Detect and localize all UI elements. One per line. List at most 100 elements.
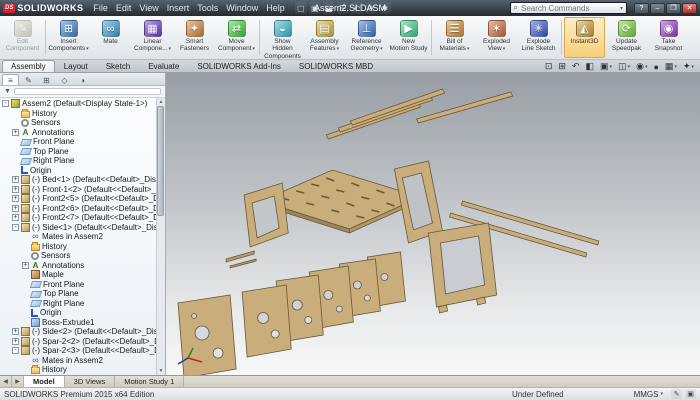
- tree-item[interactable]: Top Plane: [0, 289, 165, 299]
- tab-scroll-right-icon[interactable]: ▶: [12, 376, 24, 387]
- tree-item[interactable]: Right Plane: [0, 299, 165, 309]
- display-style-icon[interactable]: ◫ ▾: [618, 61, 630, 72]
- update-speedpak-button[interactable]: ⟳ Update Speedpak: [606, 17, 647, 58]
- print-icon[interactable]: ☰: [336, 2, 349, 14]
- tree-item[interactable]: + (-) Bed<1> (Default<<Default>_Display..…: [0, 175, 165, 185]
- search-dropdown-icon[interactable]: ▾: [620, 5, 623, 12]
- tree-item[interactable]: - (-) Spar-2<3> (Default<<Default>_Disp: [0, 346, 165, 356]
- tree-item[interactable]: + (-) Spar-2<2> (Default<<Default>_Disp: [0, 336, 165, 347]
- menu-edit[interactable]: Edit: [112, 2, 136, 14]
- tree-item[interactable]: + (-) Front2<7> (Default<<Default>_Disp: [0, 213, 165, 223]
- view-orientation-icon[interactable]: ▣ ▾: [600, 61, 612, 72]
- collapse-icon[interactable]: -: [2, 100, 9, 108]
- expand-icon[interactable]: +: [12, 128, 19, 136]
- assembly-features-button[interactable]: ▤ Assembly Features▾: [304, 17, 345, 58]
- tree-item[interactable]: Front Plane: [0, 137, 165, 147]
- tree-item[interactable]: Origin: [0, 166, 165, 176]
- tree-item[interactable]: Right Plane: [0, 156, 165, 166]
- show-hidden-components-button[interactable]: ◒ Show Hidden Components: [262, 17, 303, 60]
- expand-icon[interactable]: +: [22, 261, 29, 269]
- collapse-icon[interactable]: -: [12, 347, 19, 355]
- search-commands-box[interactable]: ⌕ ▾: [509, 2, 627, 14]
- scroll-down-icon[interactable]: ▼: [159, 368, 164, 374]
- tree-item[interactable]: History: [0, 108, 165, 119]
- tree-item[interactable]: + Annotations: [0, 128, 165, 138]
- expand-icon[interactable]: +: [12, 195, 19, 203]
- configurationmanager-tab[interactable]: ⊞: [38, 74, 55, 85]
- model-tab-model[interactable]: Model: [24, 376, 65, 387]
- units-selector[interactable]: MMGS: [634, 390, 663, 399]
- view-settings-icon[interactable]: ✦ ▾: [683, 61, 694, 72]
- expand-icon[interactable]: +: [12, 328, 19, 336]
- tree-item[interactable]: History: [0, 365, 165, 375]
- tree-item[interactable]: Mates in Assem2: [0, 232, 165, 242]
- menu-insert[interactable]: Insert: [163, 2, 194, 14]
- search-input[interactable]: [520, 3, 617, 13]
- tree-item[interactable]: Sensors: [0, 251, 165, 261]
- bill-of-materials-button[interactable]: ☰ Bill of Materials▾: [434, 17, 475, 58]
- previous-view-icon[interactable]: ↶: [572, 61, 580, 72]
- model-tab-motion-study-1[interactable]: Motion Study 1: [115, 376, 185, 387]
- expand-icon[interactable]: +: [12, 214, 19, 222]
- model-tab-3d-views[interactable]: 3D Views: [65, 376, 116, 387]
- take-snapshot-button[interactable]: ◉ Take Snapshot: [648, 17, 689, 58]
- expand-icon[interactable]: +: [12, 185, 19, 193]
- tab-solidworks-add-ins[interactable]: SOLIDWORKS Add-Ins: [188, 60, 290, 72]
- tree-item[interactable]: History: [0, 241, 165, 252]
- save-icon[interactable]: ⬓: [322, 2, 335, 14]
- collapse-icon[interactable]: -: [12, 223, 19, 231]
- exploded-view-button[interactable]: ✶ Exploded View▾: [476, 17, 517, 58]
- scroll-up-icon[interactable]: ▲: [159, 99, 164, 105]
- filter-input[interactable]: [13, 88, 161, 95]
- tree-item[interactable]: - (-) Side<1> (Default<<Default>_Display: [0, 222, 165, 233]
- menu-window[interactable]: Window: [222, 2, 262, 14]
- zoom-to-fit-icon[interactable]: ⊡: [545, 61, 553, 72]
- expand-icon[interactable]: +: [12, 337, 19, 345]
- tree-item[interactable]: - Assem2 (Default<Display State-1>): [0, 99, 165, 109]
- tab-scroll-left-icon[interactable]: ◀: [0, 376, 12, 387]
- insert-components-button[interactable]: ⊞ Insert Components▾: [48, 17, 89, 58]
- featuremanager-tab[interactable]: ≡: [2, 74, 19, 85]
- tree-scrollbar[interactable]: ▲ ▼: [156, 98, 165, 375]
- menu-file[interactable]: File: [89, 2, 112, 14]
- new-document-icon[interactable]: ▢: [294, 2, 307, 14]
- tab-assembly[interactable]: Assembly: [2, 60, 55, 72]
- menu-help[interactable]: Help: [262, 2, 289, 14]
- hide-show-items-icon[interactable]: ◉ ▾: [636, 61, 647, 72]
- tab-solidworks-mbd[interactable]: SOLIDWORKS MBD: [290, 60, 382, 72]
- move-component-button[interactable]: ⇄ Move Component▾: [216, 17, 257, 58]
- tree-item[interactable]: Sensors: [0, 118, 165, 128]
- tree-item[interactable]: Mates in Assem2: [0, 356, 165, 366]
- filter-icon[interactable]: ▼: [4, 88, 11, 95]
- explode-line-sketch-button[interactable]: ✳ Explode Line Sketch: [518, 17, 559, 58]
- dimxpertmanager-tab[interactable]: ◇: [56, 74, 73, 85]
- maximize-button[interactable]: ❐: [666, 2, 681, 14]
- status-panel-icon[interactable]: ▣: [685, 389, 696, 399]
- instant3d-button[interactable]: ◭ Instant3D: [564, 17, 605, 58]
- displaymanager-tab[interactable]: ◑: [74, 74, 91, 85]
- help-button[interactable]: ?: [634, 2, 649, 14]
- graphics-area[interactable]: [166, 73, 700, 375]
- minimize-button[interactable]: –: [650, 2, 665, 14]
- expand-icon[interactable]: +: [12, 204, 19, 212]
- tab-layout[interactable]: Layout: [55, 60, 97, 72]
- rebuild-icon[interactable]: ⟳: [364, 2, 377, 14]
- undo-icon[interactable]: ↶: [350, 2, 363, 14]
- tree-item[interactable]: Front Plane: [0, 280, 165, 290]
- tree-item[interactable]: + (-) Front2<6> (Default<<Default>_Disp: [0, 203, 165, 214]
- tree-item[interactable]: + (-) Side<2> (Default<<Default>_Display: [0, 327, 165, 337]
- propertymanager-tab[interactable]: ✎: [20, 74, 37, 85]
- close-button[interactable]: ✕: [682, 2, 697, 14]
- tree-item[interactable]: Top Plane: [0, 147, 165, 157]
- tree-item[interactable]: + (-) Front2<5> (Default<<Default>_Disp..…: [0, 194, 165, 204]
- edit-component-button[interactable]: ✎ Edit Component: [2, 17, 43, 58]
- new-motion-study-button[interactable]: ▶ New Motion Study: [388, 17, 429, 58]
- tab-evaluate[interactable]: Evaluate: [139, 60, 188, 72]
- scrollbar-thumb[interactable]: [157, 106, 164, 216]
- tree-item[interactable]: + (-) Front-1<2> (Default<<Default>_...: [0, 184, 165, 195]
- edit-appearance-icon[interactable]: ●: [653, 62, 658, 72]
- note-icon[interactable]: ✎: [671, 389, 682, 399]
- menu-view[interactable]: View: [135, 2, 162, 14]
- tree-item[interactable]: Maple: [0, 270, 165, 280]
- linear-component-pattern-button[interactable]: ▦ Linear Compone...▾: [132, 17, 173, 58]
